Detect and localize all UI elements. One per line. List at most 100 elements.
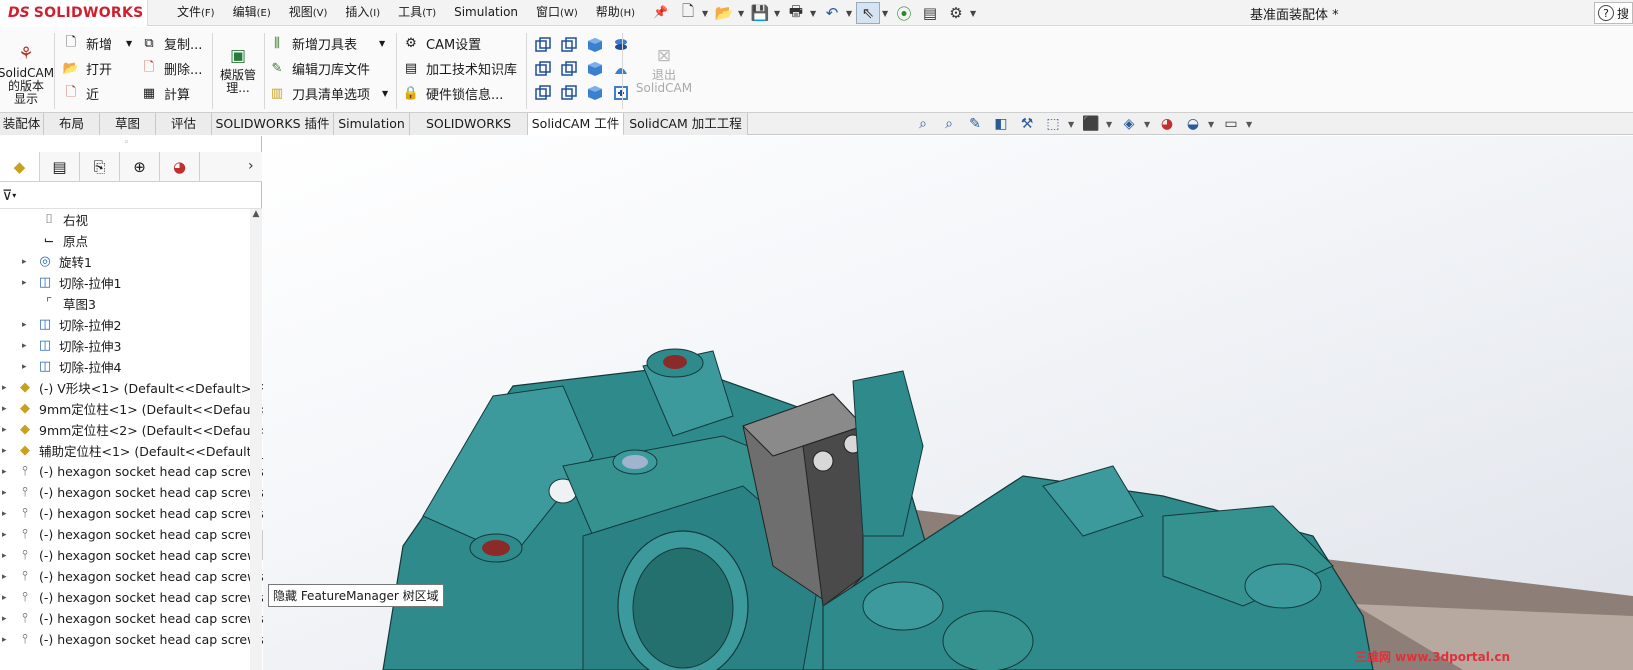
tree-node[interactable]: ▸ ⫯ (-) hexagon socket head cap screws xyxy=(2,482,264,503)
stack-icon[interactable] xyxy=(612,36,630,54)
chevron-down-icon[interactable]: ▼ xyxy=(846,9,854,18)
property-manager-tab-icon[interactable]: ▤ xyxy=(40,152,80,181)
pin-icon[interactable]: 📌 xyxy=(644,0,677,26)
print-icon[interactable]: 🖶 xyxy=(784,2,808,24)
tab-assembly[interactable]: 装配体 xyxy=(0,113,44,135)
chevron-down-icon[interactable]: ▾ xyxy=(12,191,16,200)
tech-database-button[interactable]: ▤ 加工技术知识库 xyxy=(402,56,517,81)
cam-settings-button[interactable]: ⚙ CAM设置 xyxy=(402,31,517,56)
display-style-icon[interactable]: ⬛ xyxy=(1080,115,1102,133)
transform-icon[interactable] xyxy=(612,84,630,102)
tree-node[interactable]: ▸ ◫ 切除-拉伸3 xyxy=(22,335,121,356)
filter-icon[interactable]: ⊽ xyxy=(2,188,12,204)
view-cube-icon[interactable] xyxy=(560,60,578,78)
new-button[interactable]: 🗋 新增 ▼ xyxy=(62,31,132,56)
chevron-right-icon[interactable]: ▸ xyxy=(22,257,32,267)
view-cube-icon[interactable] xyxy=(534,60,552,78)
edit-appearance-icon[interactable]: ◕ xyxy=(1156,115,1178,133)
calculate-button[interactable]: ▦ 計算 xyxy=(140,81,202,106)
previous-view-icon[interactable]: ✎ xyxy=(964,115,986,133)
tree-node[interactable]: ▸ ⫯ (-) hexagon socket head cap screws xyxy=(2,566,264,587)
feature-manager-tab-icon[interactable]: ◆ xyxy=(0,152,40,181)
open-button[interactable]: 📂 打开 xyxy=(62,56,132,81)
zoom-to-fit-icon[interactable]: ⌕ xyxy=(912,115,934,133)
tree-filter[interactable]: ⊽ ▾ xyxy=(0,183,262,209)
panel-grip-icon[interactable]: ◦ xyxy=(124,138,129,148)
view-cube-icon[interactable] xyxy=(560,84,578,102)
view-cube-icon[interactable] xyxy=(560,36,578,54)
configuration-manager-tab-icon[interactable]: ⎘ xyxy=(80,152,120,181)
tree-node[interactable]: ▸ ◫ 切除-拉伸2 xyxy=(22,314,121,335)
solid-cube-icon[interactable] xyxy=(586,84,604,102)
menu-simulation[interactable]: Simulation xyxy=(445,0,527,26)
chevron-right-icon[interactable]: ▸ xyxy=(2,551,12,561)
tree-node[interactable]: ▸ ⫯ (-) hexagon socket head cap screws xyxy=(2,545,264,566)
menu-view[interactable]: 视图(V) xyxy=(280,0,337,26)
menu-tools[interactable]: 工具(T) xyxy=(389,0,445,26)
chevron-right-icon[interactable]: ▸ xyxy=(22,320,32,330)
copy-button[interactable]: ⧉ 复制... xyxy=(140,31,202,56)
chevron-right-icon[interactable]: ▸ xyxy=(2,614,12,624)
tab-solidworks-addins[interactable]: SOLIDWORKS 插件 xyxy=(212,113,334,135)
hide-show-items-icon[interactable]: ◈ xyxy=(1118,115,1140,133)
chevron-down-icon[interactable]: ▼ xyxy=(882,9,890,18)
menu-insert[interactable]: 插入(I) xyxy=(336,0,389,26)
chevron-down-icon[interactable]: ▼ xyxy=(126,39,132,48)
dynamic-annotation-icon[interactable]: ⚒ xyxy=(1016,115,1038,133)
chevron-right-icon[interactable]: › xyxy=(248,158,254,174)
shell-icon[interactable] xyxy=(612,60,630,78)
chevron-down-icon[interactable]: ▼ xyxy=(810,9,818,18)
chevron-right-icon[interactable]: ▸ xyxy=(2,383,12,393)
apply-scene-icon[interactable]: ◒ xyxy=(1182,115,1204,133)
assembly-model-render[interactable] xyxy=(263,136,1633,670)
chevron-right-icon[interactable]: ▸ xyxy=(22,278,32,288)
view-cube-icon[interactable] xyxy=(534,36,552,54)
tab-simulation[interactable]: Simulation xyxy=(334,113,410,135)
tree-node[interactable]: ▸ ◆ 9mm定位柱<1> (Default<<Default>_ xyxy=(2,398,276,419)
help-icon[interactable]: ? xyxy=(1598,5,1614,21)
tree-node[interactable]: ▸ ◆ 辅助定位柱<1> (Default<<Default>_F xyxy=(2,440,275,461)
chevron-down-icon[interactable]: ▼ xyxy=(382,89,388,98)
chevron-right-icon[interactable]: ▸ xyxy=(2,446,12,456)
tree-node[interactable]: ▸ ◎ 旋转1 xyxy=(22,251,92,272)
tree-node[interactable]: ▸ ⫯ (-) hexagon socket head cap screws xyxy=(2,608,264,629)
chevron-right-icon[interactable]: ▸ xyxy=(2,593,12,603)
chevron-down-icon[interactable]: ▼ xyxy=(970,9,978,18)
chevron-down-icon[interactable]: ▼ xyxy=(738,9,746,18)
menu-edit[interactable]: 编辑(E) xyxy=(224,0,280,26)
chevron-right-icon[interactable]: ▸ xyxy=(2,425,12,435)
tree-node[interactable]: ▸ ⫯ (-) hexagon socket head cap screws xyxy=(2,524,264,545)
zoom-area-icon[interactable]: ⌕ xyxy=(938,115,960,133)
tab-solidcam-machining[interactable]: SolidCAM 加工工程 xyxy=(624,113,748,135)
tree-node[interactable]: ▸ ⫯ (-) hexagon socket head cap screws xyxy=(2,587,264,608)
tree-node[interactable]: ▸ ⫯ (-) hexagon socket head cap screws xyxy=(2,503,264,524)
tab-solidworks-mbd[interactable]: SOLIDWORKS MBD xyxy=(410,113,528,152)
chevron-right-icon[interactable]: ▸ xyxy=(2,572,12,582)
traffic-light-icon[interactable]: ⦿ xyxy=(892,2,916,24)
tree-node[interactable]: ⌷ 右视 xyxy=(40,209,88,230)
tree-node[interactable]: ▸ ⫯ (-) hexagon socket head cap screws xyxy=(2,461,264,482)
dongle-info-button[interactable]: 🔒 硬件锁信息... xyxy=(402,81,517,106)
chevron-down-icon[interactable]: ▼ xyxy=(1068,120,1076,129)
solidworks-logo[interactable]: DS SOLIDWORKS xyxy=(0,0,148,26)
chevron-right-icon[interactable]: ▸ xyxy=(2,488,12,498)
chevron-right-icon[interactable]: ▸ xyxy=(2,467,12,477)
tab-evaluate[interactable]: 评估 xyxy=(156,113,212,135)
chevron-right-icon[interactable]: ▸ xyxy=(2,509,12,519)
chevron-right-icon[interactable]: ▸ xyxy=(22,341,32,351)
tree-node[interactable]: ▸ ◆ 9mm定位柱<2> (Default<<Default>_ xyxy=(2,419,276,440)
chevron-right-icon[interactable]: ▸ xyxy=(22,362,32,372)
solidcam-version-button[interactable]: ⚘ SolidCAM 的版本 显示 xyxy=(0,43,54,106)
tree-node[interactable]: ▸ ◆ (-) V形块<1> (Default<<Default>_Ph xyxy=(2,377,273,398)
menu-help[interactable]: 帮助(H) xyxy=(587,0,644,26)
chevron-right-icon[interactable]: ▸ xyxy=(2,530,12,540)
open-folder-icon[interactable]: 📂 xyxy=(712,2,736,24)
graphics-viewport[interactable] xyxy=(263,136,1633,670)
tab-layout[interactable]: 布局 xyxy=(44,113,100,135)
dimxpert-tab-icon[interactable]: ⊕ xyxy=(120,152,160,181)
tree-node[interactable]: ▸ ⫯ (-) hexagon socket head cap screws xyxy=(2,629,264,650)
recent-button[interactable]: 🗋 近 xyxy=(62,81,132,106)
view-settings-icon[interactable]: ▭ xyxy=(1220,115,1242,133)
scroll-up-icon[interactable]: ▲ xyxy=(250,209,262,221)
tab-solidcam-part[interactable]: SolidCAM 工件 xyxy=(528,113,624,135)
